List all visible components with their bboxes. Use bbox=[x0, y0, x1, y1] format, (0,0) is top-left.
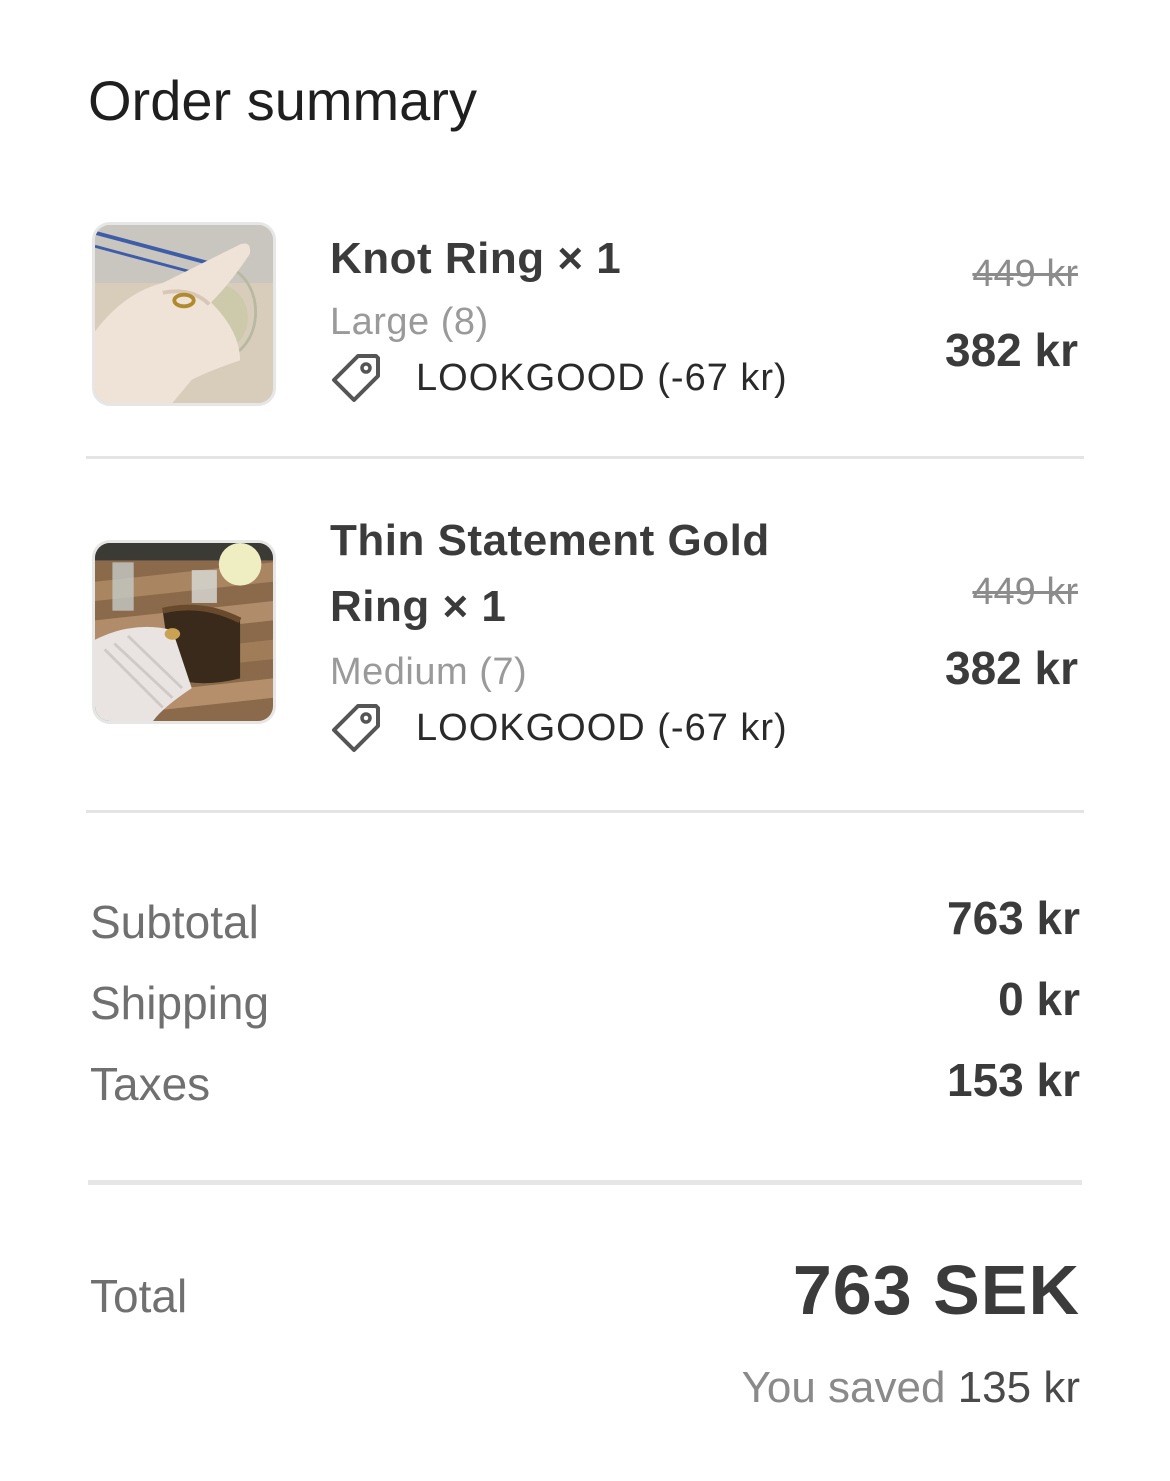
original-price: 449 kr bbox=[972, 253, 1078, 295]
item-name: Knot Ring × 1 bbox=[330, 234, 622, 283]
divider bbox=[86, 456, 1084, 459]
total-label: Total bbox=[90, 1270, 188, 1322]
shipping-row: Shipping 0 kr bbox=[90, 973, 1080, 1033]
divider bbox=[86, 810, 1084, 813]
subtotal-label: Subtotal bbox=[90, 896, 259, 948]
subtotal-value: 763 kr bbox=[946, 892, 1080, 944]
item-variant: Large (8) bbox=[330, 301, 489, 343]
line-item: Thin Statement Gold Ring × 1 Medium (7) … bbox=[88, 506, 1084, 766]
item-variant: Medium (7) bbox=[330, 651, 528, 693]
product-image bbox=[92, 540, 276, 724]
taxes-value: 153 kr bbox=[946, 1054, 1080, 1106]
page-title: Order summary bbox=[88, 69, 477, 132]
divider bbox=[88, 1180, 1082, 1185]
discount-code: LOOKGOOD (-67 kr) bbox=[330, 700, 788, 756]
subtotal-row: Subtotal 763 kr bbox=[90, 892, 1080, 952]
item-price: 382 kr bbox=[944, 324, 1078, 376]
shipping-value: 0 kr bbox=[998, 973, 1080, 1025]
shipping-label: Shipping bbox=[90, 977, 270, 1029]
savings-amount: 135 kr bbox=[957, 1363, 1080, 1412]
taxes-label: Taxes bbox=[90, 1058, 211, 1110]
original-price: 449 kr bbox=[972, 571, 1078, 613]
discount-label: LOOKGOOD (-67 kr) bbox=[416, 707, 788, 749]
product-image bbox=[92, 222, 276, 406]
tag-icon bbox=[332, 354, 380, 402]
line-item: Knot Ring × 1 Large (8) LOOKGOOD (-67 kr… bbox=[88, 222, 1084, 412]
discount-label: LOOKGOOD (-67 kr) bbox=[416, 357, 788, 399]
tag-icon bbox=[332, 704, 380, 752]
taxes-row: Taxes 153 kr bbox=[90, 1054, 1080, 1114]
savings-prefix: You saved bbox=[741, 1363, 946, 1412]
item-name: Thin Statement Gold Ring × 1 bbox=[330, 516, 770, 631]
item-price: 382 kr bbox=[944, 642, 1078, 694]
discount-code: LOOKGOOD (-67 kr) bbox=[330, 350, 788, 406]
savings-text: You saved 135 kr bbox=[742, 1360, 1080, 1416]
total-value: 763 SEK bbox=[792, 1251, 1080, 1329]
